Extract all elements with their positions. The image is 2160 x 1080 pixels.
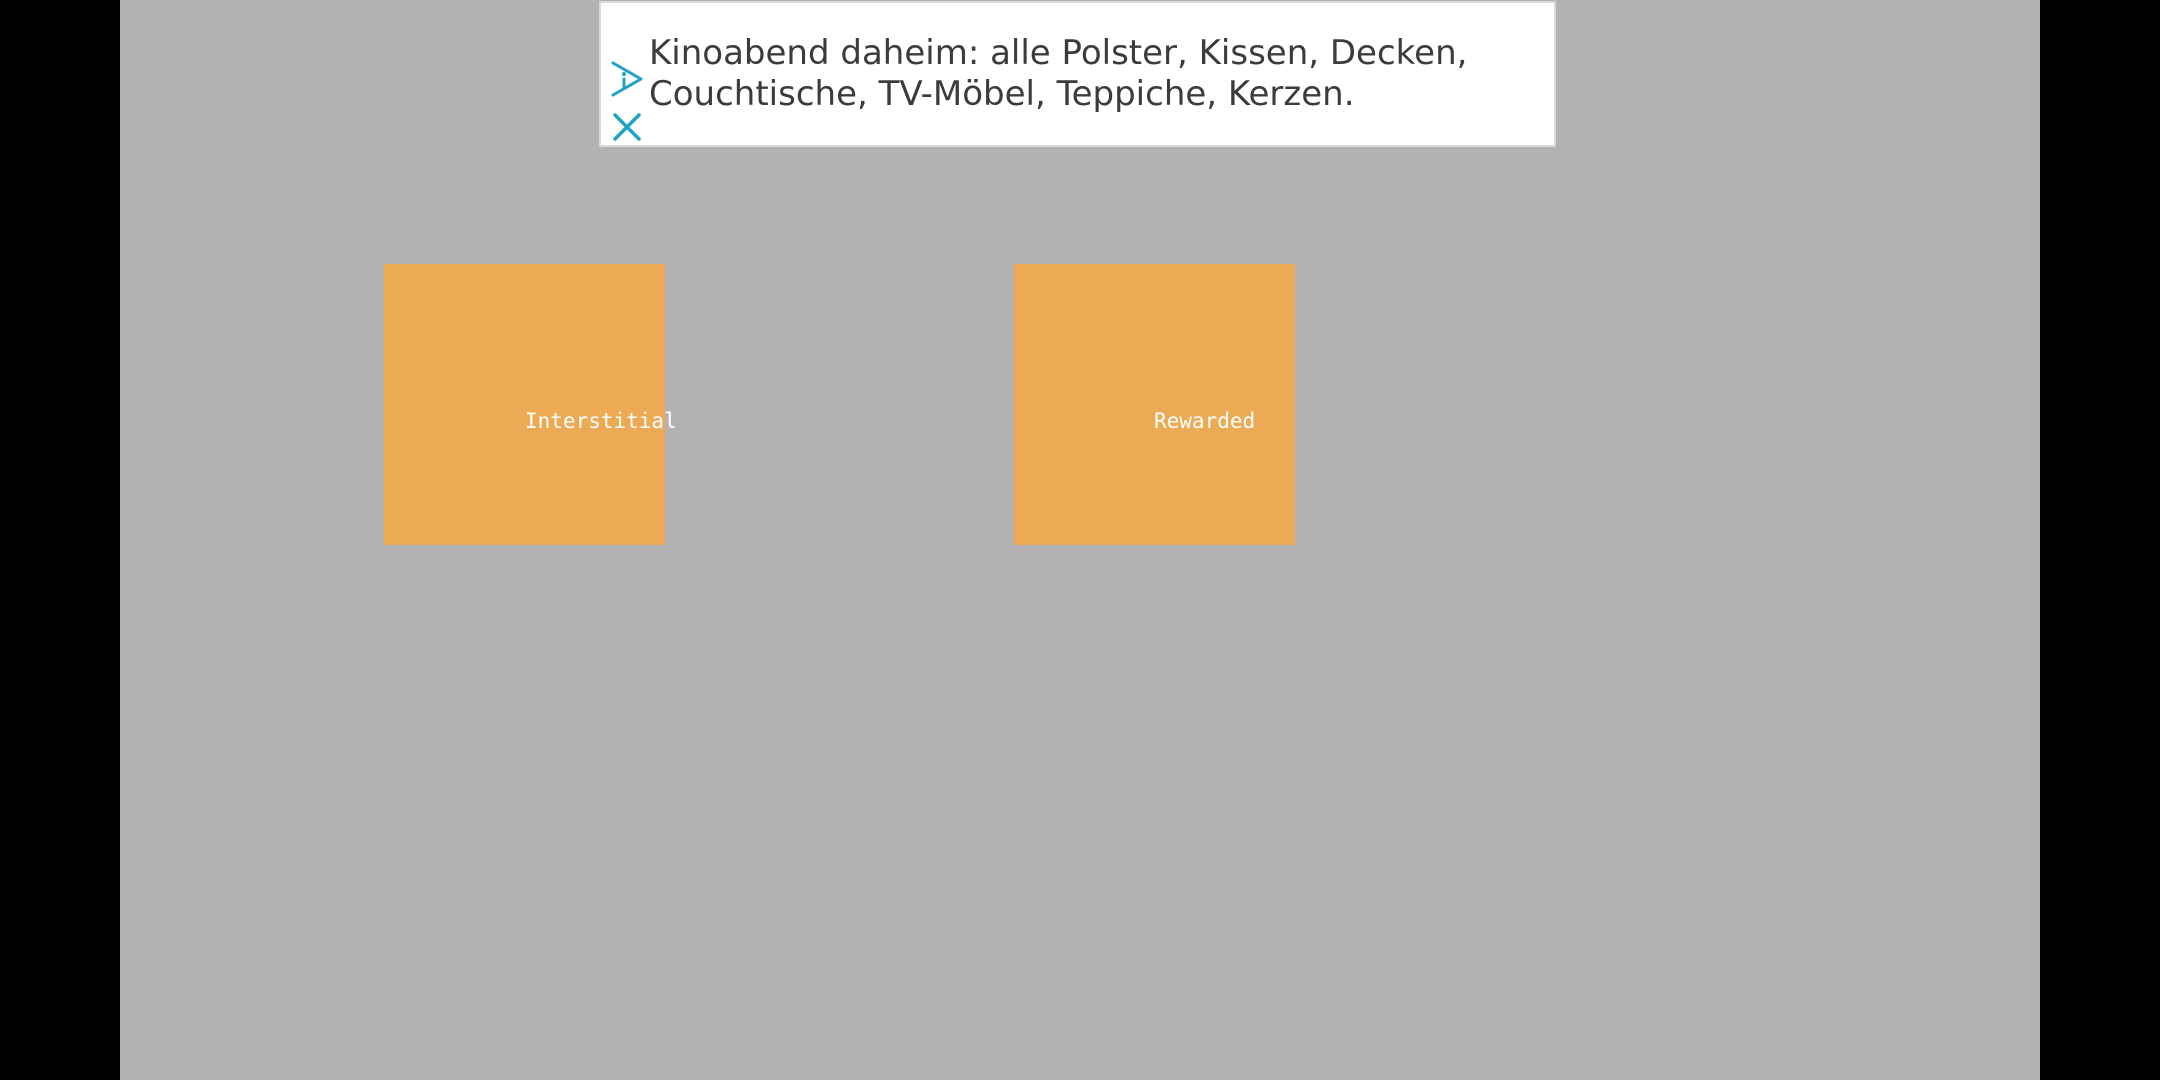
rewarded-button[interactable]: Rewarded bbox=[1014, 264, 1295, 545]
interstitial-button[interactable]: Interstitial bbox=[384, 264, 677, 545]
ad-icon-group bbox=[607, 59, 647, 143]
rewarded-button-label: Rewarded bbox=[1154, 409, 1256, 433]
ad-banner[interactable]: Kinoabend daheim: alle Polster, Kissen, … bbox=[599, 1, 1556, 147]
interstitial-button-label: Interstitial bbox=[525, 409, 677, 433]
ad-text-line-2: Couchtische, TV-Möbel, Teppiche, Kerzen. bbox=[649, 74, 1355, 114]
close-icon[interactable] bbox=[607, 107, 647, 147]
ad-text-line-1: Kinoabend daheim: alle Polster, Kissen, … bbox=[649, 33, 1468, 73]
ad-text[interactable]: Kinoabend daheim: alle Polster, Kissen, … bbox=[649, 33, 1539, 115]
adchoices-icon[interactable] bbox=[607, 59, 647, 99]
app-viewport: Kinoabend daheim: alle Polster, Kissen, … bbox=[120, 0, 2040, 1080]
screen: Kinoabend daheim: alle Polster, Kissen, … bbox=[0, 0, 2160, 1080]
